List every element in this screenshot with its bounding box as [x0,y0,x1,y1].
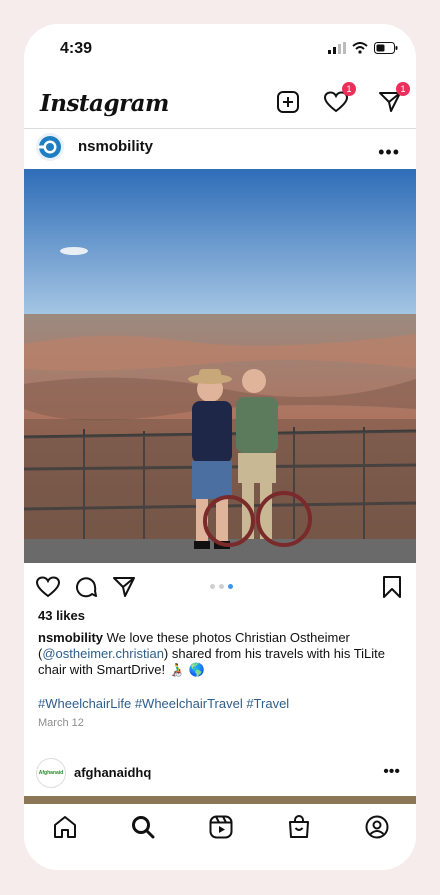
search-icon [132,816,155,839]
nav-reels[interactable] [208,814,234,840]
likes-count[interactable]: 43 likes [38,608,85,623]
carousel-dot [210,584,215,589]
post-avatar[interactable] [36,133,64,161]
carousel-dot [219,584,224,589]
nav-home[interactable] [52,814,78,840]
post-username[interactable]: nsmobility [78,138,153,155]
shop-icon [289,815,309,838]
instagram-logo: Instagram [40,90,169,117]
grand-canyon-photo [24,169,416,563]
status-bar: 4:39 [24,24,416,66]
post-caption: nsmobility We love these photos Christia… [38,630,402,678]
next-post-photo-peek [24,796,416,804]
next-post-header: Afghanaid afghanaidhq ••• [24,756,416,794]
messages-badge: 1 [396,82,410,96]
phone-frame: 4:39 Instagram 1 1 nsmobility ••• 43 lik… [24,24,416,870]
post-actions [24,569,416,603]
bookmark-icon [383,576,401,598]
new-post-icon [277,91,299,113]
like-heart-icon [36,576,60,598]
nsmobility-logo-icon [38,136,61,158]
activity-badge: 1 [342,82,356,96]
share-icon [113,577,135,597]
post-header: nsmobility ••• [24,128,416,168]
save-button[interactable] [380,575,404,599]
wifi-icon [352,42,368,54]
carousel-indicator [210,584,233,589]
post-more-icon[interactable]: ••• [378,142,400,163]
battery-icon [374,42,398,54]
like-button[interactable] [36,575,60,599]
share-button[interactable] [112,575,136,599]
signal-icon [328,42,346,54]
nav-shop[interactable] [286,814,312,840]
post-date: March 12 [38,717,84,729]
caption-username[interactable]: nsmobility [38,630,103,645]
next-post-username[interactable]: afghanaidhq [74,765,151,780]
comment-button[interactable] [74,575,98,599]
post-photo[interactable] [24,169,416,563]
nav-search[interactable] [130,814,156,840]
bottom-navigation [24,806,416,846]
comment-icon [76,577,97,598]
status-icons [328,42,398,54]
reels-icon [209,815,233,839]
profile-icon [365,815,389,839]
post-hashtags[interactable]: #WheelchairLife #WheelchairTravel #Trave… [38,696,289,711]
direct-messages-button[interactable]: 1 [376,82,410,116]
activity-button[interactable]: 1 [322,82,356,116]
top-bar: Instagram 1 1 [24,82,416,124]
next-post-more-icon[interactable]: ••• [383,763,400,781]
next-post-avatar[interactable]: Afghanaid [36,758,66,788]
afghanaid-logo: Afghanaid [38,770,64,776]
nav-profile[interactable] [364,814,390,840]
new-post-button[interactable] [274,88,302,116]
home-icon [54,816,76,838]
status-time: 4:39 [60,40,93,57]
carousel-dot-active [228,584,233,589]
caption-mention[interactable]: @ostheimer.christian [42,646,164,661]
